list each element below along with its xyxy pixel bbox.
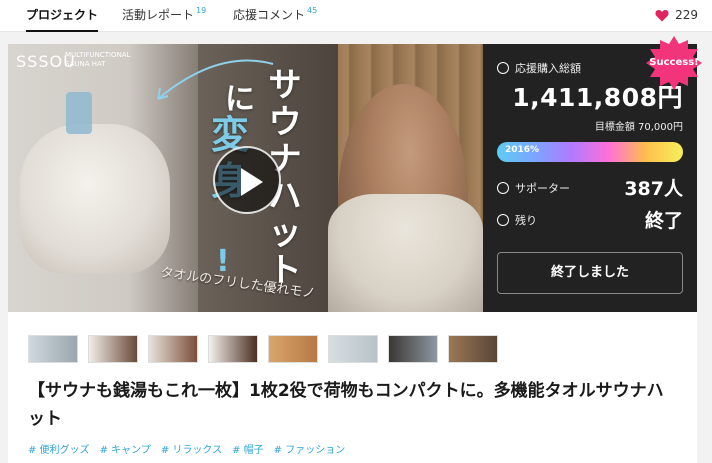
project-title: 【サウナも銭湯もこれ一枚】1枚2役で荷物もコンパクトに。多機能タオルサウナハット	[28, 381, 664, 429]
comments-count: 45	[307, 6, 318, 15]
remaining-value: 終了	[644, 210, 683, 232]
goal-amount: 目標金額 70,000円	[594, 122, 683, 133]
tag-link[interactable]: # 帽子	[232, 441, 264, 456]
like-count: 229	[675, 8, 698, 22]
supporters-label: サポーター	[515, 182, 570, 195]
success-badge: Success!	[646, 36, 702, 90]
tab-project-label: プロジェクト	[26, 8, 99, 22]
total-label-row: 応援購入総額	[497, 60, 581, 76]
success-badge-label: Success!	[649, 57, 699, 68]
supporters-label-row: サポーター	[497, 180, 570, 196]
remaining-label: 残り	[515, 214, 537, 227]
thumbnail[interactable]	[388, 335, 438, 363]
thumbnail[interactable]	[208, 335, 258, 363]
ended-button[interactable]: 終了しました	[497, 252, 683, 294]
thumbnail[interactable]	[268, 335, 318, 363]
hat-tag	[66, 92, 92, 134]
project-card: SSSOU MULTIFUNCTIONAL SAUNA HAT サウナハット に…	[8, 44, 697, 463]
total-label: 応援購入総額	[515, 62, 581, 75]
thumbnail[interactable]	[328, 335, 378, 363]
hero-image: SSSOU MULTIFUNCTIONAL SAUNA HAT サウナハット に…	[8, 44, 483, 312]
tab-comments[interactable]: 応援コメント 45	[233, 0, 317, 32]
sauna-hat-image	[20, 124, 170, 274]
tag-link[interactable]: # ファッション	[274, 441, 346, 456]
supporters-count: 387人	[624, 178, 683, 200]
heart-icon	[655, 9, 669, 21]
thumbnail[interactable]	[448, 335, 498, 363]
tab-activity-report-label: 活動レポート	[122, 8, 195, 22]
like-button[interactable]: 229	[655, 8, 698, 22]
thumbnail[interactable]	[88, 335, 138, 363]
user-icon	[497, 182, 509, 194]
clock-icon	[497, 214, 509, 226]
thumbnail[interactable]	[28, 335, 78, 363]
tag-link[interactable]: # リラックス	[161, 441, 222, 456]
tab-project[interactable]: プロジェクト	[26, 0, 99, 32]
progress-bar: 2016%	[497, 142, 683, 162]
remaining-label-row: 残り	[497, 212, 537, 228]
brand-subtitle: MULTIFUNCTIONAL SAUNA HAT	[65, 51, 131, 68]
tab-activity-report[interactable]: 活動レポート 19	[122, 0, 206, 32]
towel-image	[328, 194, 483, 312]
thumbnail[interactable]	[148, 335, 198, 363]
tag-link[interactable]: # キャンプ	[100, 441, 151, 456]
tab-bar: プロジェクト 活動レポート 19 応援コメント 45 229	[0, 0, 712, 32]
tab-comments-label: 応援コメント	[233, 8, 306, 22]
progress-percent: 2016%	[505, 145, 540, 155]
tag-link[interactable]: # 便利グッズ	[28, 441, 90, 456]
activity-report-count: 19	[196, 6, 207, 15]
tag-list: # 便利グッズ # キャンプ # リラックス # 帽子 # ファッション	[28, 441, 345, 456]
yen-icon	[497, 62, 509, 74]
play-video-button[interactable]	[213, 146, 281, 214]
